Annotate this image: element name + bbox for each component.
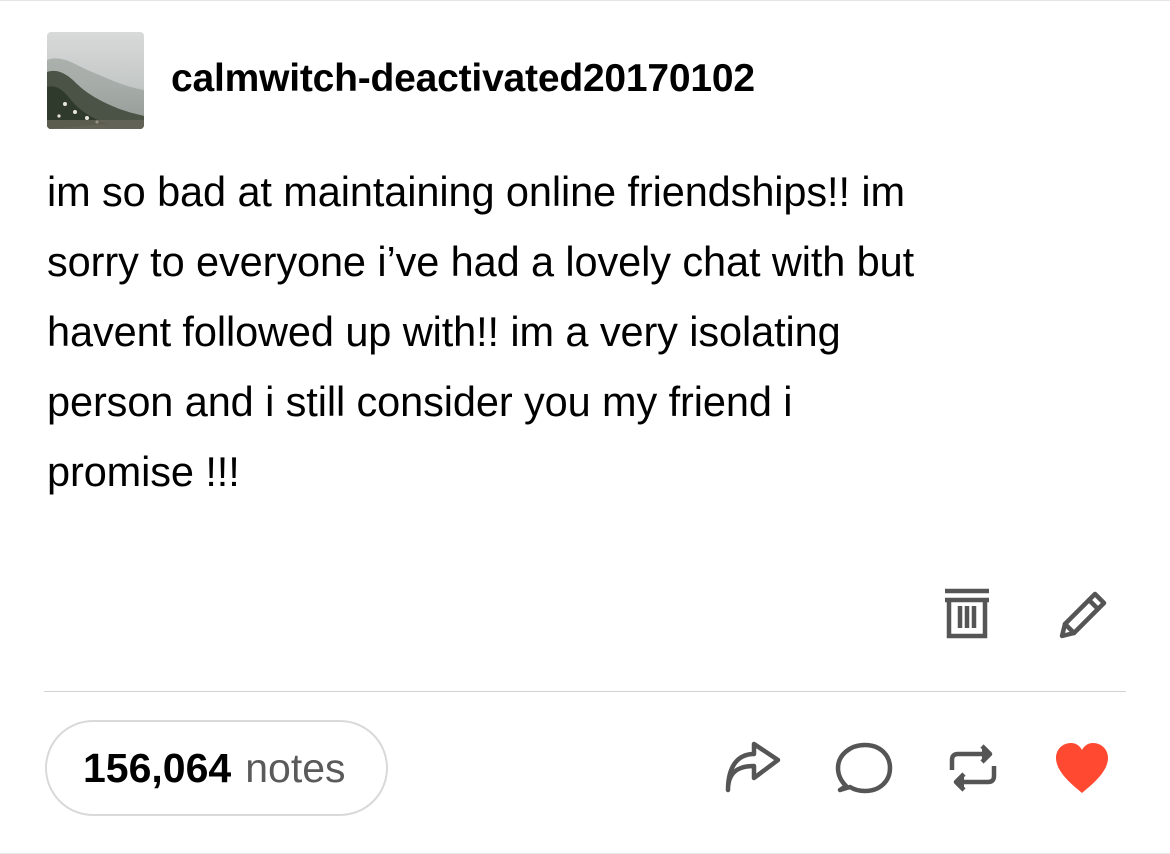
- reply-icon: [835, 742, 893, 794]
- username[interactable]: calmwitch-deactivated20170102: [171, 57, 755, 101]
- heart-icon: [1056, 743, 1108, 793]
- delete-button[interactable]: [940, 586, 994, 642]
- post-body-line: sorry to everyone i’ve had a lovely chat…: [47, 238, 915, 285]
- reblog-button[interactable]: [944, 740, 1002, 796]
- pencil-icon: [1059, 591, 1107, 639]
- edit-button[interactable]: [1056, 586, 1112, 642]
- owner-actions: [940, 586, 1112, 642]
- notes-count: 156,064: [83, 744, 232, 791]
- divider: [44, 691, 1126, 692]
- post-body-line: im so bad at maintaining online friendsh…: [47, 168, 905, 215]
- like-button[interactable]: [1052, 740, 1112, 796]
- engagement-actions: [720, 740, 1112, 796]
- post-body-line: promise !!!: [47, 448, 240, 495]
- reblog-icon: [949, 744, 997, 792]
- post-body: im so bad at maintaining online friendsh…: [47, 157, 1107, 507]
- trash-icon: [945, 588, 989, 639]
- post-header: calmwitch-deactivated20170102: [47, 31, 755, 129]
- landscape-avatar-image: [47, 31, 144, 129]
- notes-button[interactable]: 156,064 notes: [45, 720, 388, 816]
- reply-button[interactable]: [834, 740, 894, 796]
- post-body-line: person and i still consider you my frien…: [47, 378, 793, 425]
- post-card: calmwitch-deactivated20170102 im so bad …: [0, 0, 1170, 854]
- post-body-line: havent followed up with!! im a very isol…: [47, 308, 841, 355]
- post-footer: 156,064 notes: [45, 717, 1112, 819]
- share-button[interactable]: [720, 740, 784, 796]
- avatar[interactable]: [47, 31, 144, 129]
- share-icon: [725, 741, 781, 793]
- notes-label: notes: [245, 744, 346, 791]
